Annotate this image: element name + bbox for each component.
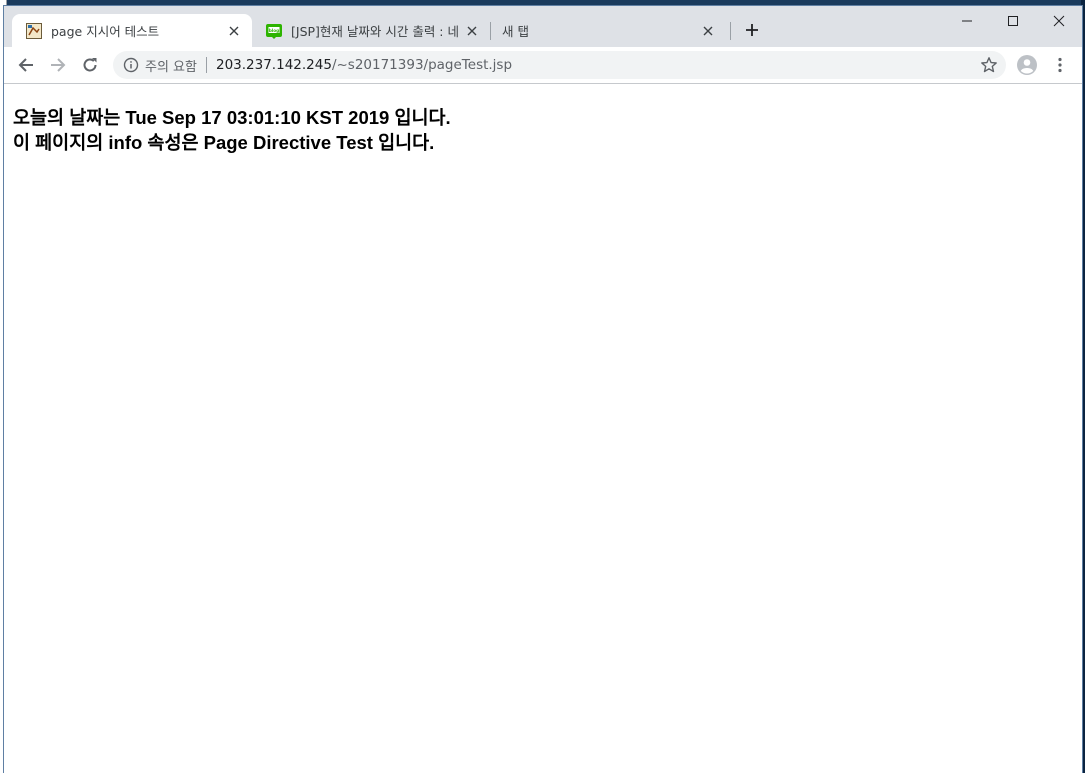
tab-new-tab[interactable]: 새 탭 [490,14,726,47]
tab-title: 새 탭 [502,24,529,39]
plus-icon [746,24,758,36]
reload-icon [83,58,97,72]
forward-arrow-icon [51,58,66,72]
maximize-button[interactable] [990,6,1036,36]
tab-page-directive[interactable]: page 지시어 테스트 [12,14,252,47]
date-message: 오늘의 날짜는 Tue Sep 17 03:01:10 KST 2019 입니다… [13,107,451,128]
profile-avatar-icon[interactable] [1017,55,1037,75]
url-path: /~s20171393/pageTest.jsp [331,57,513,73]
window-close-button[interactable] [1036,6,1082,36]
close-icon[interactable] [464,23,480,39]
tab-title: page 지시어 테스트 [51,24,160,39]
page-favicon [26,22,42,39]
back-button[interactable] [12,51,40,79]
info-message: 이 페이지의 info 속성은 Page Directive Test 입니다. [13,132,435,153]
tab-separator [730,22,731,40]
svg-text:blog: blog [269,28,279,33]
page-content: 오늘의 날짜는 Tue Sep 17 03:01:10 KST 2019 입니다… [4,84,1082,773]
new-tab-button[interactable] [740,18,764,42]
reload-button[interactable] [76,51,104,79]
maximize-icon [1008,16,1018,26]
tab-title: [JSP]현재 날짜와 시간 출력 : 네이 [291,24,458,39]
window-close-icon [1053,15,1065,27]
forward-button[interactable] [44,51,72,79]
url-text[interactable]: 203.237.142.245/~s20171393/pageTest.jsp [216,57,512,73]
star-icon[interactable] [980,56,998,74]
info-icon[interactable] [123,57,139,73]
url-host: 203.237.142.245 [215,57,332,73]
close-icon[interactable] [226,23,242,39]
browser-window: page 지시어 테스트 blog [JSP]현재 날짜와 시간 출력 : 네이… [4,6,1082,773]
blog-favicon: blog [266,23,282,39]
browser-toolbar: 주의 요함 203.237.142.245/~s20171393/pageTes… [4,47,1082,84]
tab-jsp-blog[interactable]: blog [JSP]현재 날짜와 시간 출력 : 네이 [252,14,490,47]
tab-strip: page 지시어 테스트 blog [JSP]현재 날짜와 시간 출력 : 네이… [4,6,1082,47]
back-arrow-icon [18,58,33,72]
security-divider [205,57,207,73]
close-icon[interactable] [700,23,716,39]
minimize-icon [962,20,972,22]
security-status-label[interactable]: 주의 요함 [145,56,197,75]
browser-menu-button[interactable] [1050,55,1070,75]
address-bar[interactable]: 주의 요함 203.237.142.245/~s20171393/pageTes… [113,51,1006,79]
kebab-menu-icon [1058,57,1062,73]
minimize-button[interactable] [944,6,990,36]
